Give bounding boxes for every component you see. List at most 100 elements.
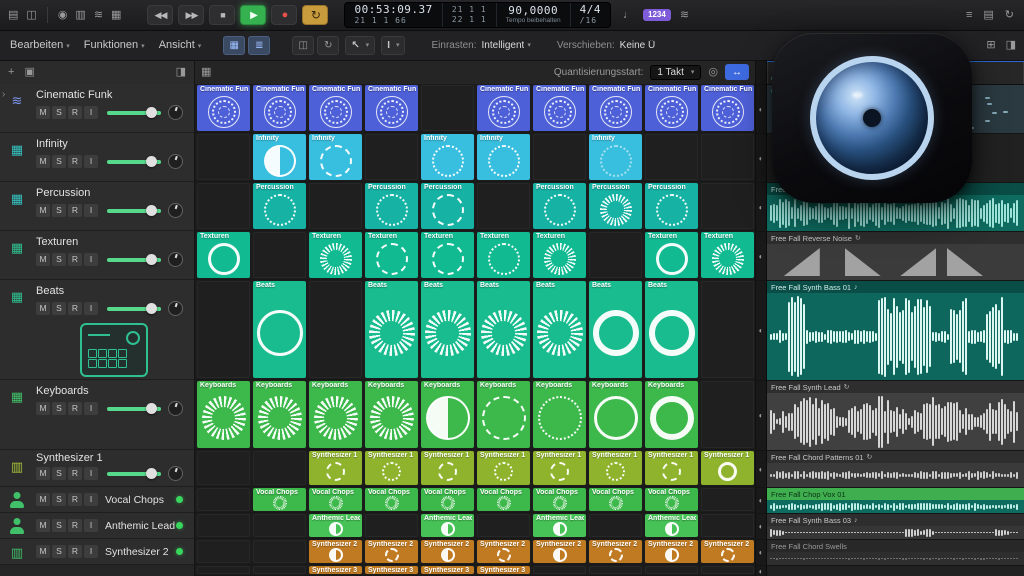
loop-cell-keyboards[interactable]: Keyboards bbox=[309, 381, 362, 448]
loop-cell-infinity[interactable]: Infinity bbox=[309, 134, 362, 180]
loop-cell-synthesizer-1[interactable]: Synthesizer 1 bbox=[309, 451, 362, 485]
track-header-anthemic-lead[interactable]: MSRIAnthemic Lead bbox=[0, 513, 194, 539]
region-header[interactable]: Free Fall Synth Lead↻ bbox=[767, 381, 1024, 393]
pan-knob[interactable] bbox=[168, 252, 183, 267]
audio-region[interactable] bbox=[767, 293, 1024, 380]
library-icon[interactable]: ◉ bbox=[58, 10, 68, 21]
view-loop-button[interactable]: ↻ bbox=[317, 36, 339, 55]
empty-cell[interactable] bbox=[365, 134, 418, 180]
loop-cell-texturen[interactable]: Texturen bbox=[197, 232, 250, 278]
track-r-button[interactable]: R bbox=[68, 467, 82, 480]
loop-cell-vocal-chops[interactable]: Vocal Chops bbox=[533, 488, 586, 511]
add-track-button[interactable]: + bbox=[8, 67, 14, 78]
loop-cell-infinity[interactable]: Infinity bbox=[477, 134, 530, 180]
loop-cell-synthesizer-3[interactable]: Synthesizer 3 bbox=[365, 566, 418, 574]
loop-cell-texturen[interactable]: Texturen bbox=[309, 232, 362, 278]
quantize-dropdown[interactable]: 1 Takt▾ bbox=[650, 65, 701, 80]
loop-cell-anthemic-lead[interactable]: Anthemic Lead bbox=[533, 514, 586, 537]
track-m-button[interactable]: M bbox=[36, 302, 50, 315]
pan-knob[interactable] bbox=[168, 203, 183, 218]
loop-cell-vocal-chops[interactable]: Vocal Chops bbox=[645, 488, 698, 511]
track-m-button[interactable]: M bbox=[36, 545, 50, 558]
record-button[interactable]: ● bbox=[271, 5, 297, 25]
empty-cell[interactable] bbox=[197, 514, 250, 537]
metronome-icon[interactable]: ♩ bbox=[623, 10, 634, 21]
empty-cell[interactable] bbox=[589, 232, 642, 278]
duplicate-track-button[interactable]: ▣ bbox=[24, 67, 34, 78]
volume-slider[interactable] bbox=[107, 160, 161, 164]
region-header[interactable]: Free Fall Reverse Noise↻ bbox=[767, 232, 1024, 244]
track-header-synthesizer-1[interactable]: ▥Synthesizer 1MSRI bbox=[0, 450, 194, 487]
empty-cell[interactable] bbox=[197, 281, 250, 378]
empty-cell[interactable] bbox=[533, 134, 586, 180]
loop-cell-texturen[interactable]: Texturen bbox=[477, 232, 530, 278]
empty-cell[interactable] bbox=[197, 134, 250, 180]
row-mode-button[interactable]: ◐ bbox=[756, 566, 766, 576]
loop-cell-beats[interactable]: Beats bbox=[421, 281, 474, 378]
loop-cell-vocal-chops[interactable]: Vocal Chops bbox=[309, 488, 362, 511]
empty-cell[interactable] bbox=[701, 281, 754, 378]
track-i-button[interactable]: I bbox=[84, 302, 98, 315]
row-mode-button[interactable]: ◐ bbox=[756, 232, 766, 281]
track-i-button[interactable]: I bbox=[84, 402, 98, 415]
empty-cell[interactable] bbox=[589, 566, 642, 574]
track-m-button[interactable]: M bbox=[36, 253, 50, 266]
track-m-button[interactable]: M bbox=[36, 106, 50, 119]
empty-cell[interactable] bbox=[197, 488, 250, 511]
track-header-infinity[interactable]: ▦InfinityMSRI bbox=[0, 133, 194, 182]
track-s-button[interactable]: S bbox=[52, 545, 66, 558]
play-button[interactable]: ▶ bbox=[240, 5, 266, 25]
grid-tracks-swap-button[interactable]: ↔ bbox=[725, 64, 749, 80]
track-i-button[interactable]: I bbox=[84, 545, 98, 558]
loop-cell-texturen[interactable]: Texturen bbox=[533, 232, 586, 278]
loop-cell-synthesizer-1[interactable]: Synthesizer 1 bbox=[365, 451, 418, 485]
empty-cell[interactable] bbox=[533, 566, 586, 574]
volume-slider[interactable] bbox=[107, 472, 161, 476]
loop-cell-cinematic-funk[interactable]: Cinematic Funk bbox=[253, 85, 306, 131]
loop-cell-synthesizer-1[interactable]: Synthesizer 1 bbox=[421, 451, 474, 485]
count-in-badge[interactable]: 1234 bbox=[643, 9, 671, 21]
track-r-button[interactable]: R bbox=[68, 204, 82, 217]
loop-cell-percussion[interactable]: Percussion bbox=[253, 183, 306, 229]
inspector-icon[interactable]: ▥ bbox=[75, 10, 85, 21]
track-header-keyboards[interactable]: ▦KeyboardsMSRI bbox=[0, 380, 194, 450]
empty-cell[interactable] bbox=[309, 281, 362, 378]
empty-cell[interactable] bbox=[197, 451, 250, 485]
loop-cell-synthesizer-3[interactable]: Synthesizer 3 bbox=[421, 566, 474, 574]
volume-slider[interactable] bbox=[107, 209, 161, 213]
loop-cell-texturen[interactable]: Texturen bbox=[645, 232, 698, 278]
loop-cell-infinity[interactable]: Infinity bbox=[589, 134, 642, 180]
track-r-button[interactable]: R bbox=[68, 545, 82, 558]
empty-cell[interactable] bbox=[253, 514, 306, 537]
track-s-button[interactable]: S bbox=[52, 253, 66, 266]
loop-cell-synthesizer-2[interactable]: Synthesizer 2 bbox=[645, 540, 698, 563]
rewind-button[interactable]: ◀◀ bbox=[147, 5, 173, 25]
loop-cell-synthesizer-3[interactable]: Synthesizer 3 bbox=[477, 566, 530, 574]
track-s-button[interactable]: S bbox=[52, 204, 66, 217]
forward-button[interactable]: ▶▶ bbox=[178, 5, 204, 25]
menu-ansicht[interactable]: Ansicht▾ bbox=[159, 39, 202, 51]
loop-cell-keyboards[interactable]: Keyboards bbox=[589, 381, 642, 448]
track-m-button[interactable]: M bbox=[36, 467, 50, 480]
audio-region[interactable] bbox=[767, 526, 1024, 539]
empty-cell[interactable] bbox=[421, 85, 474, 131]
pan-knob[interactable] bbox=[168, 105, 183, 120]
track-s-button[interactable]: S bbox=[52, 155, 66, 168]
lcd-display[interactable]: 00:53:09.37 21 1 1 66 21 1 1 22 1 1 90,0… bbox=[344, 2, 611, 28]
region-header[interactable]: Free Fall Synth Bass 01♪ bbox=[767, 281, 1024, 293]
region-header[interactable]: Free Fall Chord Swells bbox=[767, 540, 1024, 552]
header-config-button[interactable]: ◨ bbox=[176, 67, 186, 78]
loop-cell-vocal-chops[interactable]: Vocal Chops bbox=[589, 488, 642, 511]
empty-cell[interactable] bbox=[253, 566, 306, 574]
track-r-button[interactable]: R bbox=[68, 402, 82, 415]
loop-cell-percussion[interactable]: Percussion bbox=[421, 183, 474, 229]
track-i-button[interactable]: I bbox=[84, 155, 98, 168]
region-header[interactable]: Free Fall Chop Vox 01 bbox=[767, 488, 1024, 500]
loop-cell-synthesizer-1[interactable]: Synthesizer 1 bbox=[645, 451, 698, 485]
row-mode-button[interactable]: ◐ bbox=[756, 183, 766, 232]
loop-cell-synthesizer-2[interactable]: Synthesizer 2 bbox=[589, 540, 642, 563]
loop-cell-infinity[interactable]: Infinity bbox=[421, 134, 474, 180]
loop-cell-keyboards[interactable]: Keyboards bbox=[477, 381, 530, 448]
audio-region[interactable] bbox=[767, 244, 1024, 280]
cycle-button[interactable]: ↻ bbox=[302, 5, 328, 25]
